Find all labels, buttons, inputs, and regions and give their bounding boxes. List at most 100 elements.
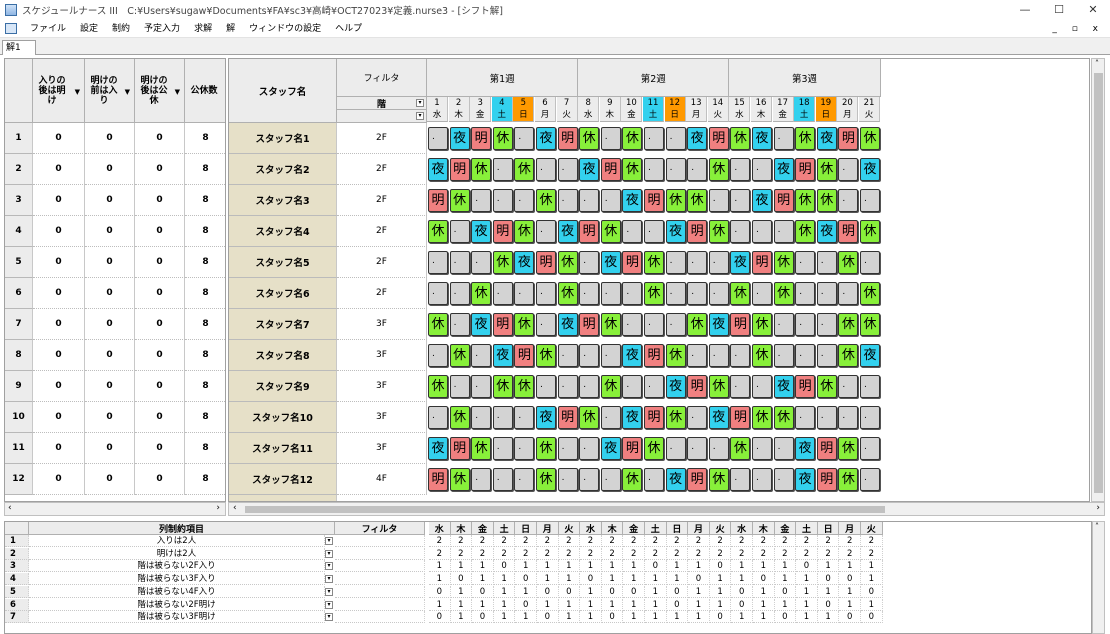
shift-cell[interactable]: . xyxy=(514,189,535,212)
count-cell[interactable]: 0 xyxy=(135,464,185,495)
shift-cell[interactable]: 休 xyxy=(536,344,556,367)
filter-dropdown-icon[interactable]: ▾ xyxy=(416,112,424,120)
count-cell[interactable]: 0 xyxy=(33,371,85,402)
schedule-vertical-scrollbar[interactable]: ˄ xyxy=(1091,58,1105,502)
staff-name[interactable]: スタッフ名7 xyxy=(229,309,337,340)
shift-cell[interactable]: . xyxy=(665,437,686,460)
shift-cell[interactable]: 休 xyxy=(471,158,492,181)
shift-cell[interactable]: . xyxy=(816,344,837,367)
constraint-value[interactable]: 1 xyxy=(731,560,753,573)
constraint-value[interactable]: 1 xyxy=(450,560,473,573)
constraint-value[interactable]: 0 xyxy=(472,611,494,624)
shift-cell[interactable]: . xyxy=(536,220,556,243)
shift-cell[interactable]: 明 xyxy=(557,127,578,150)
shift-cell[interactable]: . xyxy=(449,282,470,305)
shift-cell[interactable]: 休 xyxy=(773,406,794,429)
count-cell[interactable]: 8 xyxy=(185,154,225,185)
shift-cell[interactable]: 休 xyxy=(838,344,859,367)
shift-cell[interactable]: . xyxy=(708,251,729,274)
shift-cell[interactable]: . xyxy=(600,127,621,150)
constraint-value[interactable]: 2 xyxy=(753,535,775,547)
shift-cell[interactable]: 休 xyxy=(492,375,513,398)
count-cell[interactable]: 0 xyxy=(33,464,85,495)
shift-cell[interactable]: 休 xyxy=(514,220,535,243)
shift-cell[interactable]: 夜 xyxy=(557,313,578,336)
constraint-value[interactable]: 1 xyxy=(601,598,624,611)
shift-cell[interactable]: . xyxy=(557,468,578,491)
shift-cell[interactable]: . xyxy=(708,344,729,367)
shift-cell[interactable]: . xyxy=(816,406,837,429)
constraint-value[interactable]: 1 xyxy=(450,585,473,598)
shift-cell[interactable]: 明 xyxy=(622,251,643,274)
constraint-value[interactable]: 1 xyxy=(558,598,581,611)
constraint-value[interactable]: 2 xyxy=(796,535,818,547)
constraint-value[interactable]: 1 xyxy=(796,611,818,624)
shift-cell[interactable]: . xyxy=(579,282,600,305)
shift-cell[interactable]: 休 xyxy=(795,127,816,150)
shift-cell[interactable]: . xyxy=(838,375,859,398)
constraint-value[interactable]: 2 xyxy=(666,535,689,547)
constraint-value[interactable]: 0 xyxy=(688,573,710,586)
count-cell[interactable]: 0 xyxy=(85,464,135,495)
shift-cell[interactable]: 夜 xyxy=(795,468,816,491)
shift-cell[interactable]: 明 xyxy=(730,406,751,429)
shift-cell[interactable]: . xyxy=(492,468,513,491)
shift-cell[interactable]: 明 xyxy=(536,251,556,274)
shift-cell[interactable]: 休 xyxy=(730,282,751,305)
shift-cell[interactable]: 夜 xyxy=(492,344,513,367)
shift-cell[interactable]: . xyxy=(860,189,880,212)
constraint-value[interactable]: 0 xyxy=(839,573,861,586)
constraint-value[interactable]: 1 xyxy=(493,573,516,586)
count-cell[interactable]: 0 xyxy=(135,123,185,154)
constraint-value[interactable]: 0 xyxy=(623,585,645,598)
constraint-label[interactable]: 階は被らない2F明け xyxy=(29,598,325,611)
constraint-value[interactable]: 1 xyxy=(580,598,602,611)
constraint-value[interactable]: 2 xyxy=(688,547,710,560)
staff-name[interactable]: スタッフ名5 xyxy=(229,247,337,278)
constraint-value[interactable]: 2 xyxy=(666,547,689,560)
shift-cell[interactable]: 休 xyxy=(860,313,880,336)
shift-cell[interactable]: 休 xyxy=(752,313,772,336)
shift-cell[interactable]: . xyxy=(838,158,859,181)
shift-cell[interactable]: . xyxy=(838,406,859,429)
constraint-value[interactable]: 2 xyxy=(623,535,645,547)
constraint-value[interactable]: 1 xyxy=(817,585,840,598)
constraint-value[interactable]: 0 xyxy=(731,598,753,611)
shift-cell[interactable]: . xyxy=(471,344,492,367)
shift-cell[interactable]: 夜 xyxy=(687,127,708,150)
scroll-up-icon[interactable]: ˄ xyxy=(1095,522,1099,531)
shift-cell[interactable]: 休 xyxy=(536,437,556,460)
shift-cell[interactable]: 夜 xyxy=(536,406,556,429)
count-cell[interactable]: 0 xyxy=(85,247,135,278)
shift-cell[interactable]: 休 xyxy=(514,313,535,336)
shift-cell[interactable]: 明 xyxy=(773,189,794,212)
shift-cell[interactable]: . xyxy=(838,189,859,212)
count-cell[interactable]: 8 xyxy=(185,123,225,154)
constraint-value[interactable]: 2 xyxy=(645,547,667,560)
shift-cell[interactable]: . xyxy=(665,158,686,181)
menu-item-2[interactable]: 制約 xyxy=(105,20,137,38)
shift-cell[interactable]: 夜 xyxy=(773,375,794,398)
shift-cell[interactable]: 明 xyxy=(644,406,664,429)
constraint-value[interactable]: 1 xyxy=(429,598,451,611)
shift-cell[interactable]: . xyxy=(773,220,794,243)
shift-cell[interactable]: 夜 xyxy=(816,220,837,243)
shift-cell[interactable]: 夜 xyxy=(860,158,880,181)
shift-cell[interactable]: 明 xyxy=(795,158,816,181)
shift-cell[interactable]: . xyxy=(514,127,535,150)
shift-cell[interactable]: 休 xyxy=(644,251,664,274)
constraint-value[interactable]: 0 xyxy=(601,611,624,624)
constraint-dropdown-icon[interactable]: ▾ xyxy=(325,537,333,545)
constraint-value[interactable]: 0 xyxy=(774,611,797,624)
constraint-value[interactable]: 1 xyxy=(709,585,732,598)
shift-cell[interactable]: . xyxy=(428,251,448,274)
constraint-value[interactable]: 2 xyxy=(515,547,537,560)
constraint-value[interactable]: 0 xyxy=(817,598,840,611)
shift-cell[interactable]: 夜 xyxy=(708,313,729,336)
shift-cell[interactable]: . xyxy=(773,127,794,150)
constraint-label[interactable]: 階は被らない4F入り xyxy=(29,585,325,598)
shift-cell[interactable]: . xyxy=(557,344,578,367)
shift-cell[interactable]: 明 xyxy=(687,468,708,491)
shift-cell[interactable]: . xyxy=(687,437,708,460)
count-cell[interactable]: 0 xyxy=(135,278,185,309)
